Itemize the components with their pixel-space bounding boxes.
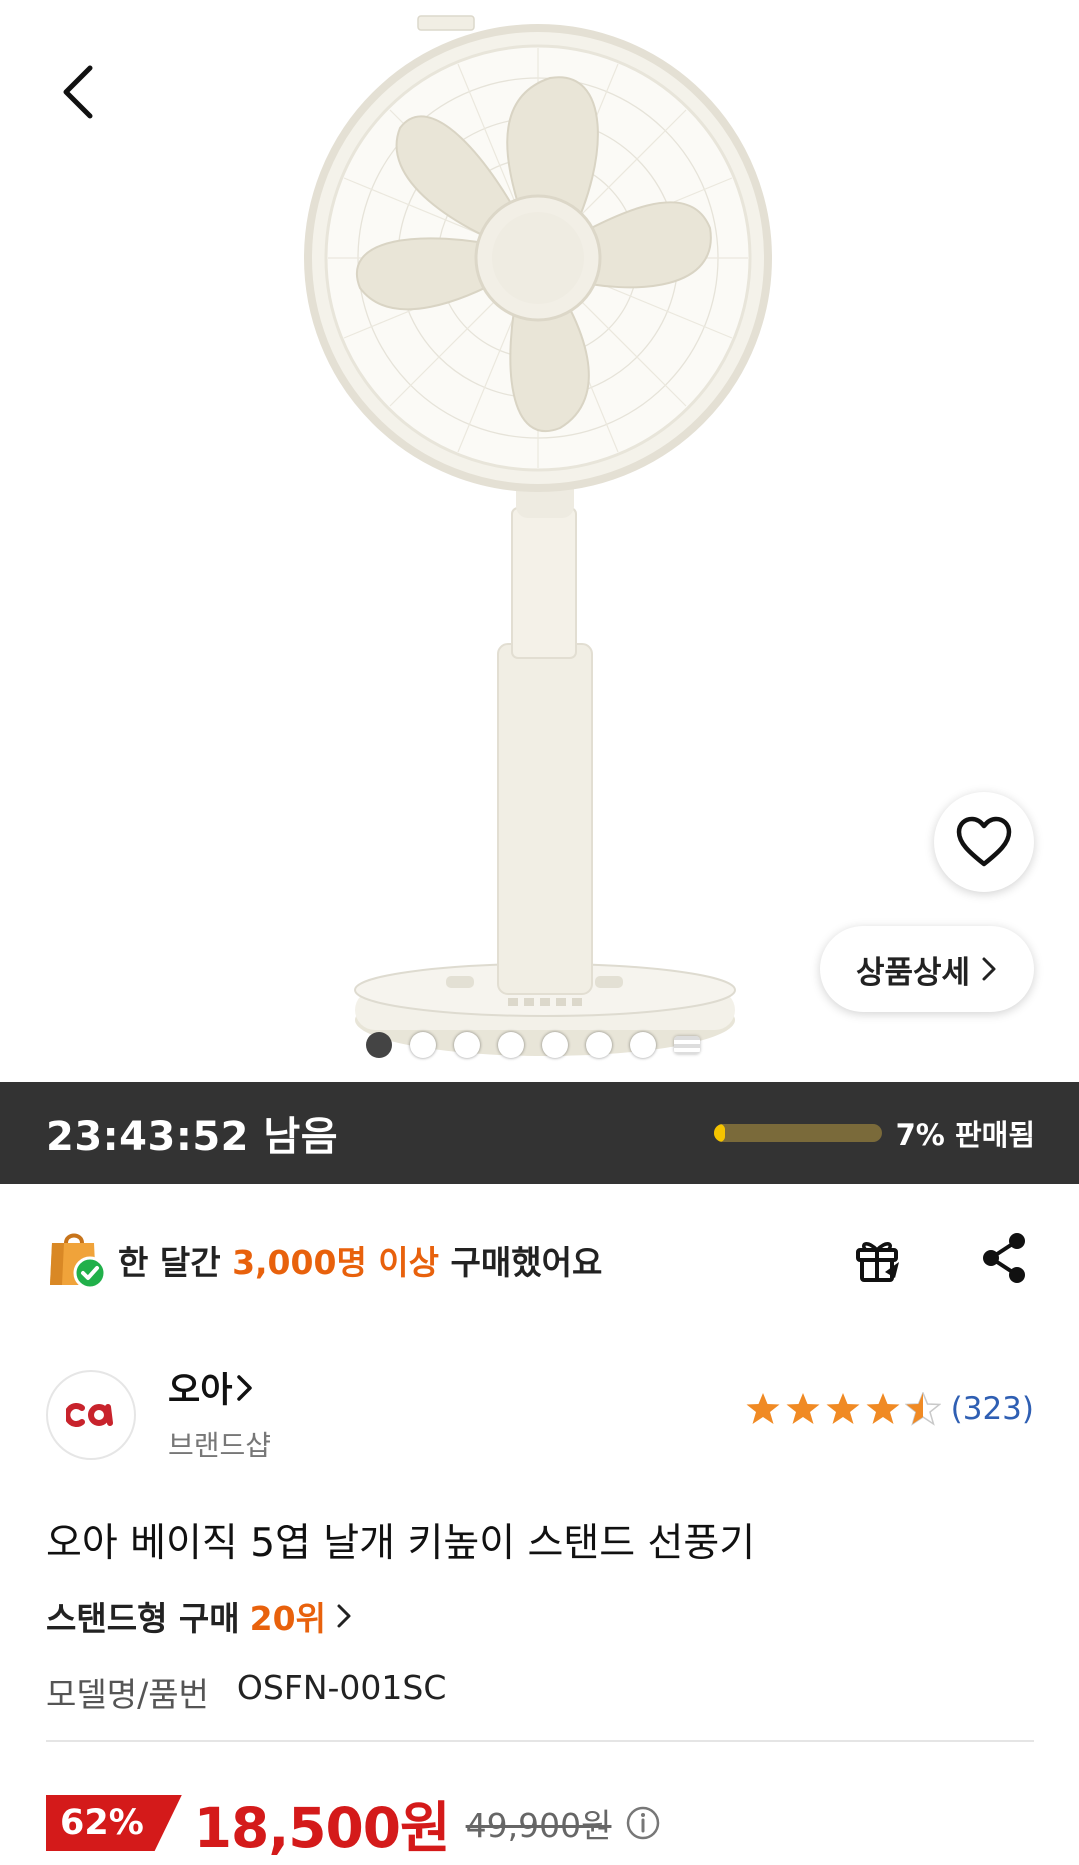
purchase-count-prefix: 한 달간: [118, 1243, 233, 1282]
chevron-right-icon: [337, 1604, 351, 1628]
sold-progress-fill: [713, 1124, 726, 1142]
pager-dot-7[interactable]: [630, 1032, 656, 1058]
pager-dot-4[interactable]: [498, 1032, 524, 1058]
chevron-right-icon: [982, 957, 996, 981]
model-number-row: 모델명/품번 OSFN-001SC: [46, 1668, 446, 1716]
purchase-count-text: 한 달간 3,000명 이상 구매했어요: [118, 1236, 602, 1284]
brand-type: 브랜드샵: [168, 1429, 272, 1462]
info-icon: [627, 1806, 660, 1840]
price-row: 62% 18,500원 49,900원: [46, 1790, 663, 1860]
share-button[interactable]: [972, 1226, 1036, 1290]
purchase-count-row: 한 달간 3,000명 이상 구매했어요: [46, 1224, 1036, 1296]
rank-value: 20위: [249, 1599, 326, 1638]
review-count[interactable]: (323): [951, 1391, 1034, 1427]
category-rank-link[interactable]: 스탠드형 구매 20위: [46, 1592, 352, 1640]
star-full-icon: [866, 1393, 900, 1424]
model-value: OSFN-001SC: [236, 1668, 447, 1707]
share-icon: [983, 1233, 1025, 1283]
pager-dot-5[interactable]: [542, 1032, 568, 1058]
time-remaining: 23:43:52 남음: [46, 1114, 339, 1160]
divider: [46, 1740, 1034, 1742]
rating-summary[interactable]: (323): [745, 1391, 1034, 1427]
back-button[interactable]: [48, 58, 108, 126]
product-title: 오아 베이직 5엽 날개 키높이 스탠드 선풍기: [46, 1521, 756, 1566]
sold-progress-track: [713, 1124, 882, 1142]
heart-icon: [956, 816, 1012, 867]
star-half-icon: [904, 1392, 941, 1426]
shopping-bag-icon: [50, 1233, 107, 1290]
product-detail-label: 상품상세: [855, 954, 971, 991]
wishlist-button[interactable]: [934, 792, 1034, 892]
gift-icon: [856, 1242, 899, 1282]
brand-logo-mark: [66, 1403, 113, 1427]
product-image-carousel[interactable]: 상품상세: [0, 0, 1079, 1082]
pager-dot-6[interactable]: [586, 1032, 612, 1058]
star-full-icon: [746, 1393, 780, 1424]
deal-timer-bar: 23:43:52 남음 7% 판매됨: [0, 1082, 1079, 1184]
pager-dot-8[interactable]: [674, 1036, 700, 1054]
star-full-icon: [786, 1393, 820, 1424]
purchase-count-suffix: 구매했어요: [439, 1243, 603, 1282]
sold-percent-label: 7% 판매됨: [895, 1118, 1035, 1152]
product-detail-button[interactable]: 상품상세: [820, 926, 1034, 1012]
chevron-right-icon: [237, 1374, 253, 1401]
brand-name: 오아: [168, 1371, 233, 1411]
sold-progress: 7% 판매됨: [713, 1112, 1035, 1154]
rank-prefix: 스탠드형 구매: [46, 1599, 240, 1638]
discount-badge: 62%: [46, 1795, 182, 1851]
product-image: [304, 15, 772, 1056]
pager-dot-2[interactable]: [410, 1032, 436, 1058]
gift-button[interactable]: [846, 1226, 910, 1290]
brand-logo[interactable]: [46, 1370, 136, 1460]
chevron-left-icon: [63, 65, 93, 119]
star-full-icon: [826, 1393, 860, 1424]
carousel-pager[interactable]: [366, 1032, 700, 1058]
sale-price: 18,500원: [193, 1796, 451, 1860]
purchase-count-highlight: 3,000명 이상: [232, 1243, 440, 1282]
original-price: 49,900원: [465, 1806, 612, 1845]
pager-dot-3[interactable]: [454, 1032, 480, 1058]
model-label: 모델명/품번: [46, 1675, 209, 1714]
price-info-button[interactable]: [623, 1803, 663, 1843]
pager-dot-1[interactable]: [366, 1032, 392, 1058]
brand-name-link[interactable]: 오아: [168, 1362, 254, 1413]
